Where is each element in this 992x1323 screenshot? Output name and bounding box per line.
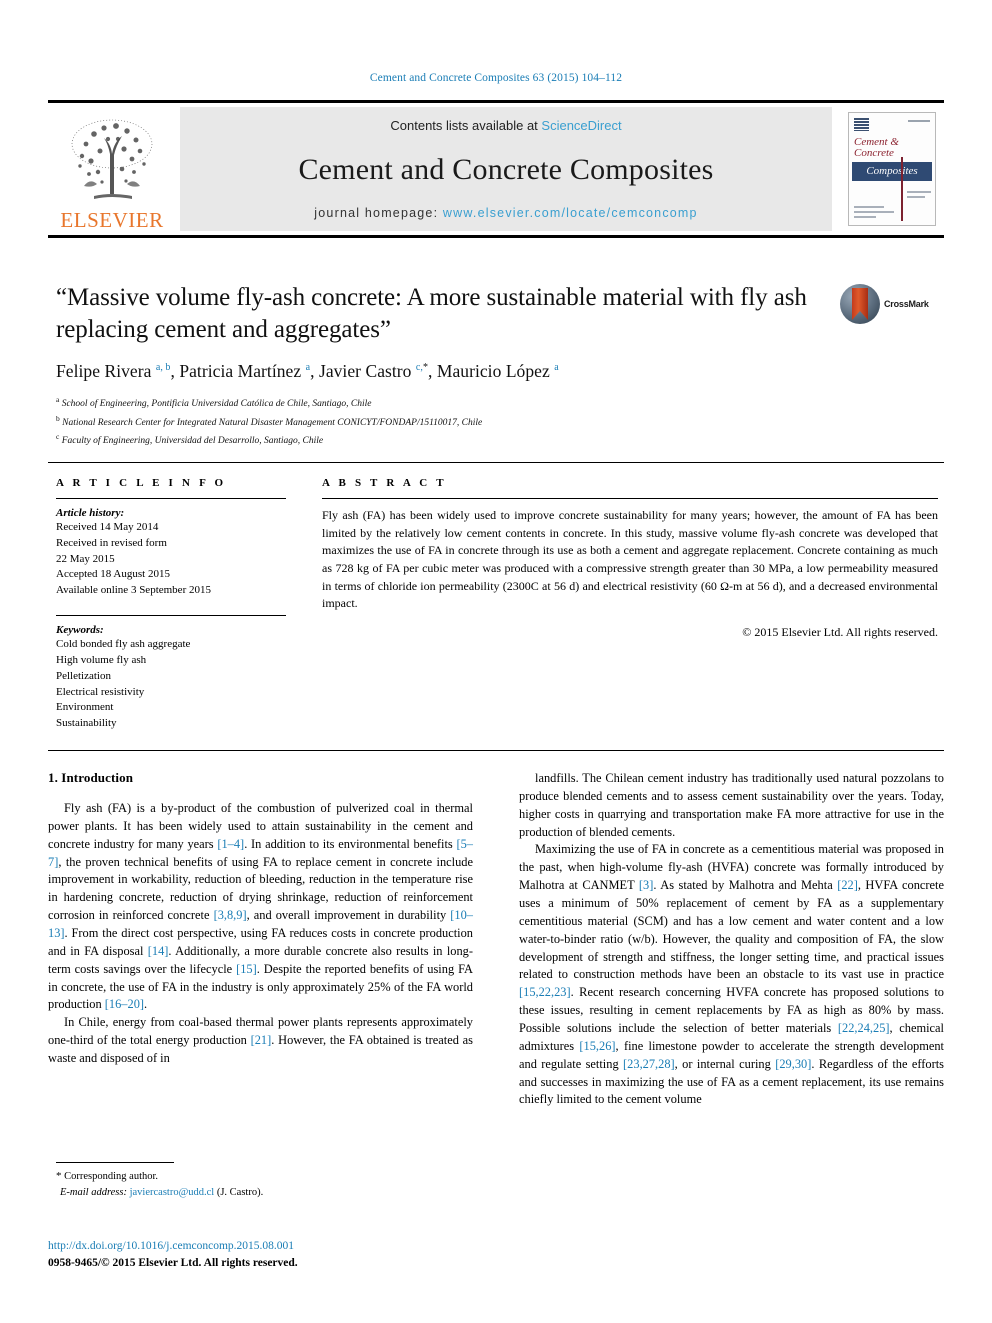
abstract-rule: [322, 498, 938, 499]
article-head: “Massive volume fly-ash concrete: A more…: [56, 282, 936, 450]
paragraph: In Chile, energy from coal-based thermal…: [48, 1015, 473, 1066]
cover-title-line-2: Concrete: [854, 147, 894, 159]
history-item: Accepted 18 August 2015: [56, 568, 170, 581]
contents-prefix: Contents lists available at: [390, 118, 542, 133]
info-abstract-band: A R T I C L E I N F O Article history: R…: [48, 462, 944, 752]
cover-placeholder-text-4: [854, 211, 894, 213]
elsevier-wordmark: ELSEVIER: [60, 208, 164, 232]
article-title: “Massive volume fly-ash concrete: A more…: [56, 284, 807, 343]
cover-placeholder-text-5: [854, 216, 876, 218]
keywords-list: Cold bonded fly ash aggregate High volum…: [56, 637, 286, 732]
history-item: 22 May 2015: [56, 552, 115, 565]
cover-top-rule: [908, 120, 930, 122]
contents-available-line: Contents lists available at ScienceDirec…: [390, 118, 621, 133]
section-heading-introduction: 1. Introduction: [48, 770, 134, 785]
body-columns: 1. Introduction Fly ash (FA) is a by-pro…: [48, 770, 944, 1109]
abstract-heading: A B S T R A C T: [322, 477, 447, 489]
body-column-left: 1. Introduction Fly ash (FA) is a by-pro…: [48, 770, 473, 1109]
keywords-label: Keywords:: [56, 624, 104, 637]
abstract-copyright: © 2015 Elsevier Ltd. All rights reserved…: [742, 624, 938, 639]
elsevier-logo: ELSEVIER: [48, 103, 176, 235]
cover-placeholder-text-3: [854, 206, 884, 208]
paragraph: Maximizing the use of FA in concrete as …: [519, 842, 945, 1107]
keyword-item: Sustainability: [56, 717, 117, 730]
affiliation-text: Faculty of Engineering, Universidad del …: [61, 436, 324, 447]
article-info-heading: A R T I C L E I N F O: [56, 477, 227, 489]
journal-cover-thumbnail: Cement & Concrete Composites: [840, 103, 944, 235]
footnote-corresponding-line: * Corresponding author.: [56, 1168, 476, 1185]
article-history-label: Article history:: [56, 507, 125, 519]
paragraph: Fly ash (FA) is a by-product of the comb…: [48, 801, 473, 1012]
history-item: Received in revised form: [56, 536, 167, 549]
history-item: Received 14 May 2014: [56, 521, 159, 533]
paragraph: landfills. The Chilean cement industry h…: [519, 771, 944, 839]
journal-header-band: ELSEVIER Contents lists available at Sci…: [48, 100, 944, 238]
journal-homepage-link[interactable]: www.elsevier.com/locate/cemconcomp: [443, 206, 698, 220]
article-info-rule: [56, 498, 286, 499]
abstract-text: Fly ash (FA) has been widely used to imp…: [322, 508, 938, 611]
affiliation-item: c Faculty of Engineering, Universidad de…: [56, 431, 936, 450]
sciencedirect-link[interactable]: ScienceDirect: [541, 118, 621, 133]
body-column-right: landfills. The Chilean cement industry h…: [519, 770, 944, 1109]
cover-placeholder-text-1: [907, 191, 931, 193]
journal-title: Cement and Concrete Composites: [298, 152, 714, 186]
affiliation-text: School of Engineering, Pontificia Univer…: [61, 399, 372, 410]
journal-banner: Contents lists available at ScienceDirec…: [180, 107, 832, 231]
cover-title-line-3: Composites: [866, 165, 918, 177]
crossmark-label: CrossMark: [884, 299, 929, 309]
abstract-column: A B S T R A C T Fly ash (FA) has been wi…: [286, 477, 944, 732]
article-info-column: A R T I C L E I N F O Article history: R…: [48, 477, 286, 732]
affiliation-mark: a: [56, 395, 60, 404]
corresponding-author-footnote: * Corresponding author. E-mail address: …: [56, 1162, 476, 1201]
history-item: Available online 3 September 2015: [56, 584, 211, 597]
issn-copyright-line: 0958-9465/© 2015 Elsevier Ltd. All right…: [48, 1257, 298, 1270]
keyword-item: Pelletization: [56, 669, 111, 682]
journal-article-page: Cement and Concrete Composites 63 (2015)…: [0, 0, 992, 1323]
keyword-item: Electrical resistivity: [56, 685, 145, 698]
keywords-rule: [56, 615, 286, 617]
email-link[interactable]: javiercastro@udd.cl: [130, 1187, 215, 1198]
keyword-item: Environment: [56, 701, 114, 714]
email-owner: (J. Castro).: [216, 1186, 264, 1198]
footer-identifiers: http://dx.doi.org/10.1016/j.cemconcomp.2…: [48, 1238, 298, 1273]
journal-homepage-line: journal homepage: www.elsevier.com/locat…: [314, 206, 697, 220]
email-address-label: E-mail address:: [60, 1186, 127, 1198]
affiliation-item: a School of Engineering, Pontificia Univ…: [56, 394, 936, 413]
article-history-list: Received 14 May 2014 Received in revised…: [56, 520, 286, 599]
affiliation-list: a School of Engineering, Pontificia Univ…: [56, 394, 936, 450]
footnote-star-mark: *: [56, 1170, 62, 1182]
affiliation-mark: b: [56, 413, 60, 423]
cover-publisher-mark-icon: [854, 118, 869, 131]
footnote-email-line: E-mail address: javiercastro@udd.cl (J. …: [56, 1185, 476, 1201]
keywords-block: Keywords: Cold bonded fly ash aggregate …: [56, 615, 286, 732]
author-list: Felipe Rivera a, b, Patricia Martínez a,…: [56, 361, 559, 381]
keyword-item: High volume fly ash: [56, 653, 147, 666]
keyword-item: Cold bonded fly ash aggregate: [56, 638, 191, 651]
crossmark-ribbon-shape: [852, 288, 868, 320]
affiliation-item: b National Research Center for Integrate…: [56, 413, 936, 432]
footnote-corresponding-text: Corresponding author.: [64, 1171, 159, 1182]
cover-placeholder-text-2: [907, 196, 925, 198]
doi-link[interactable]: http://dx.doi.org/10.1016/j.cemconcomp.2…: [48, 1238, 298, 1255]
homepage-prefix: journal homepage:: [314, 206, 443, 220]
cover-image: Cement & Concrete Composites: [848, 112, 936, 226]
footnote-rule: [56, 1162, 174, 1163]
crossmark-badge[interactable]: CrossMark: [840, 284, 936, 324]
affiliation-mark: c: [56, 432, 60, 442]
affiliation-text: National Research Center for Integrated …: [62, 417, 483, 428]
elsevier-tree-icon: [64, 114, 160, 210]
cover-title-band: Composites: [852, 162, 932, 181]
cover-vertical-rule: [901, 157, 903, 221]
running-head: Cement and Concrete Composites 63 (2015)…: [369, 72, 623, 84]
crossmark-icon: [840, 284, 880, 324]
